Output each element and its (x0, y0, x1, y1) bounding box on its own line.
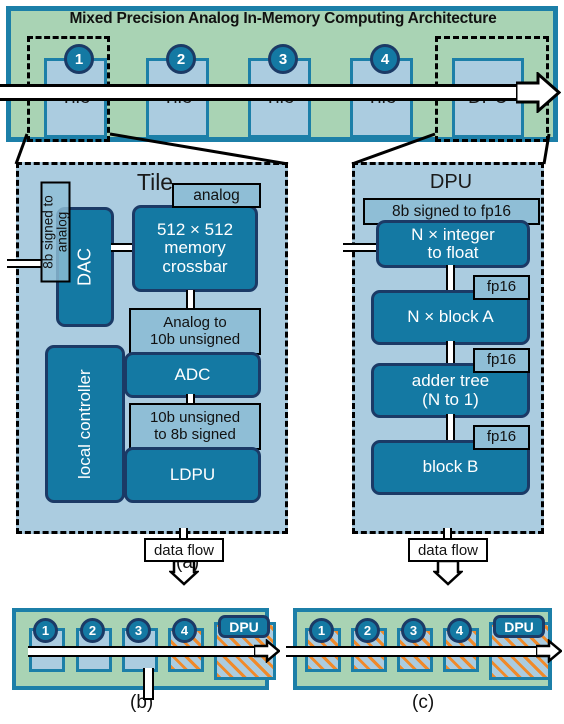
fp16-note-1-text: fp16 (486, 278, 517, 296)
panel-b-tile-4-stub (143, 668, 154, 700)
fp16-note-3: fp16 (473, 425, 530, 450)
panel-b-tile-1-number: 1 (41, 623, 50, 638)
ldpu-precision-note-line-2: to 8b signed (154, 425, 236, 443)
ldpu-block[interactable]: LDPU (124, 447, 261, 503)
block-a-label: N × block A (407, 307, 494, 327)
bus-arrow-right-icon (516, 72, 561, 113)
panel-b-tile-4-badge: 4 (172, 618, 197, 643)
block-b-label: block B (422, 457, 479, 477)
panel-c-bus-arrow-icon (536, 639, 562, 663)
panel-b-tile-3-number: 3 (134, 623, 143, 638)
dpu-data-flow-label: data flow (408, 538, 488, 562)
integer-to-float-block[interactable]: N × integer to float (376, 220, 530, 268)
ldpu-precision-note-line-1: 10b unsigned (149, 409, 241, 426)
arch-tile-4-number: 4 (380, 50, 390, 68)
arch-tile-4-badge: 4 (370, 44, 400, 74)
ldpu-label: LDPU (169, 464, 216, 484)
adder-tree-line-2: (N to 1) (422, 389, 479, 409)
panel-b-dpu-label: DPU (229, 618, 259, 635)
dac-precision-note: 8b signed to analog (40, 181, 71, 283)
memory-crossbar-block[interactable]: 512 × 512 memory crossbar (132, 205, 258, 292)
crossbar-line-1: 512 × 512 (156, 219, 234, 239)
integer-to-float-line-2: to float (427, 243, 479, 262)
adc-label: ADC (174, 364, 211, 384)
local-controller-block[interactable]: local controller (45, 345, 125, 503)
tile-input-connector (7, 259, 41, 268)
arch-tile-1-badge: 1 (64, 44, 94, 74)
analog-signal-note-text: analog (193, 186, 240, 204)
crossbar-line-2: memory (164, 238, 226, 258)
tile-detail-panel: Tile DAC 8b signed to analog local contr… (7, 162, 288, 534)
dpu-input-precision-note-text: 8b signed to fp16 (392, 202, 511, 220)
panel-b-tile-3-badge: 3 (126, 618, 151, 643)
ldpu-precision-note: 10b unsigned to 8b signed (129, 403, 261, 450)
panel-b-bus-arrow-icon (254, 639, 280, 663)
panel-c-bus (286, 646, 542, 657)
dpu-data-flow-arrow-icon (433, 560, 463, 586)
arch-tile-2-number: 2 (176, 50, 186, 68)
panel-b-tile-2-number: 2 (88, 623, 97, 638)
panel-c-dpu-badge: DPU (493, 615, 545, 638)
panel-c-tile-1-badge: 1 (309, 618, 334, 643)
panel-b-dpu-badge: DPU (218, 615, 270, 638)
panel-c-tile-3-badge: 3 (401, 618, 426, 643)
dpu-detail-title: DPU (429, 171, 473, 193)
arch-tile-3-number: 3 (278, 50, 288, 68)
panel-b-tile-2-badge: 2 (80, 618, 105, 643)
panel-c-tile-1-number: 1 (317, 623, 326, 638)
adc-precision-note-line-1: Analog to (163, 314, 227, 331)
panel-c-tile-4-badge: 4 (447, 618, 472, 643)
panel-b-tile-1-badge: 1 (33, 618, 58, 643)
data-bus (0, 84, 520, 101)
dpu-input-connector (343, 243, 379, 252)
arch-tile-2-badge: 2 (166, 44, 196, 74)
integer-to-float-line-1: N × integer (411, 224, 495, 244)
adc-precision-note: Analog to 10b unsigned (129, 308, 261, 355)
panel-b-bus (28, 646, 260, 657)
panel-c-tile-2-number: 2 (363, 623, 372, 638)
analog-signal-note: analog (172, 183, 261, 208)
panel-b-tile-4-number: 4 (180, 623, 189, 638)
dac-label: DAC (74, 248, 95, 287)
fp16-note-2: fp16 (473, 348, 530, 373)
adc-precision-note-line-2: 10b unsigned (149, 330, 241, 348)
tile-data-flow-label: data flow (144, 538, 224, 562)
panel-c-tile-2-badge: 2 (355, 618, 380, 643)
dpu-data-flow-text: data flow (417, 541, 479, 559)
adder-tree-line-1: adder tree (411, 371, 490, 391)
dpu-detail-panel: DPU 8b signed to fp16 N × integer to flo… (343, 162, 544, 534)
page-title: Mixed Precision Analog In-Memory Computi… (69, 10, 497, 27)
crossbar-line-3: crossbar (162, 256, 228, 276)
dac-precision-note-text: 8b signed to analog (40, 195, 70, 269)
arch-tile-3-badge: 3 (268, 44, 298, 74)
tile-data-flow-text: data flow (153, 541, 215, 559)
fp16-note-3-text: fp16 (486, 428, 517, 446)
adc-block[interactable]: ADC (124, 352, 261, 398)
fp16-note-2-text: fp16 (486, 351, 517, 369)
fp16-note-1: fp16 (473, 275, 530, 300)
arch-tile-1-number: 1 (74, 50, 84, 68)
panel-c-tile-4-number: 4 (455, 623, 464, 638)
panel-c-tile-3-number: 3 (409, 623, 418, 638)
panel-c-dpu-label: DPU (504, 618, 534, 635)
panel-label-c: (c) (412, 692, 435, 713)
local-controller-label: local controller (74, 369, 94, 479)
